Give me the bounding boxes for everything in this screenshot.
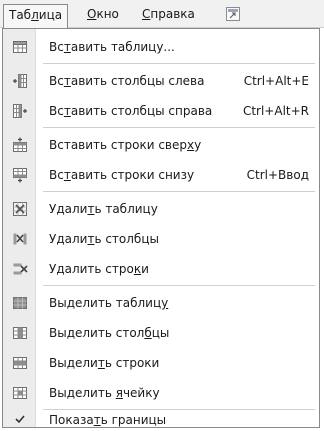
select-columns-icon bbox=[12, 325, 28, 341]
menu-item-label: Удалить столбцы bbox=[49, 232, 159, 246]
menu-item-delete-rows[interactable]: Удалить строки bbox=[3, 254, 319, 284]
menu-item-label: Вставить столбцы справа bbox=[49, 104, 213, 118]
menu-table-label-accel: л bbox=[31, 8, 39, 22]
menu-separator bbox=[43, 191, 315, 192]
menu-item-shortcut: Ctrl+Alt+E bbox=[243, 74, 309, 88]
select-cell-icon bbox=[12, 385, 28, 401]
menu-item-label: Выделить ячейку bbox=[49, 386, 160, 400]
menu-item-select-columns[interactable]: Выделить столбцы bbox=[3, 318, 319, 348]
menu-item-label: Вставить таблицу... bbox=[49, 40, 175, 54]
menu-separator bbox=[43, 409, 315, 410]
delete-rows-icon bbox=[12, 261, 28, 277]
menu-item-insert-rows-above[interactable]: Вставить строки сверху bbox=[3, 130, 319, 160]
menu-item-select-table[interactable]: Выделить таблицу bbox=[3, 288, 319, 318]
insert-columns-left-icon bbox=[12, 73, 28, 89]
menu-item-shortcut: Ctrl+Alt+R bbox=[242, 104, 309, 118]
menu-item-insert-columns-left[interactable]: Вставить столбцы слева Ctrl+Alt+E bbox=[3, 66, 319, 96]
menu-item-label: Выделить столбцы bbox=[49, 326, 170, 340]
menu-item-select-cell[interactable]: Выделить ячейку bbox=[3, 378, 319, 408]
menu-item-label: Удалить строки bbox=[49, 262, 149, 276]
menu-item-show-gridlines[interactable]: Показать границы bbox=[3, 411, 319, 427]
checkmark-icon bbox=[12, 411, 28, 427]
menu-separator bbox=[43, 127, 315, 128]
menu-item-label: Удалить таблицу bbox=[49, 202, 158, 216]
menu-item-label: Вставить строки снизу bbox=[49, 168, 195, 182]
menu-item-label: Вставить столбцы слева bbox=[49, 74, 205, 88]
menubar: Таблица Окно Справка bbox=[0, 0, 324, 29]
table-dropdown-menu: Вставить таблицу... Вставить столбцы сле… bbox=[2, 28, 320, 428]
menu-item-label: Выделить таблицу bbox=[49, 296, 169, 310]
menu-item-shortcut: Ctrl+Ввод bbox=[246, 168, 309, 182]
menu-window-label-post: кно bbox=[96, 7, 119, 21]
menu-item-select-rows[interactable]: Выделить строки bbox=[3, 348, 319, 378]
delete-table-icon bbox=[12, 201, 28, 217]
insert-columns-right-icon bbox=[12, 103, 28, 119]
menu-item-insert-rows-below[interactable]: Вставить строки снизу Ctrl+Ввод bbox=[3, 160, 319, 190]
select-rows-icon bbox=[12, 355, 28, 371]
select-table-icon bbox=[12, 295, 28, 311]
menu-item-label: Показать границы bbox=[49, 413, 167, 427]
menu-item-delete-table[interactable]: Удалить таблицу bbox=[3, 194, 319, 224]
menu-item-delete-columns[interactable]: Удалить столбцы bbox=[3, 224, 319, 254]
menu-separator bbox=[43, 285, 315, 286]
menu-help[interactable]: Справка bbox=[137, 4, 200, 24]
insert-rows-above-icon bbox=[12, 137, 28, 153]
delete-columns-icon bbox=[12, 231, 28, 247]
menu-window[interactable]: Окно bbox=[82, 4, 124, 24]
menu-item-label: Выделить строки bbox=[49, 356, 160, 370]
menu-item-insert-columns-right[interactable]: Вставить столбцы справа Ctrl+Alt+R bbox=[3, 96, 319, 126]
window-icon[interactable] bbox=[226, 7, 240, 21]
menu-separator bbox=[43, 63, 315, 64]
menu-item-label: Вставить строки сверху bbox=[49, 138, 202, 152]
menu-table-label-post: ица bbox=[38, 8, 63, 22]
menu-table-label-pre: Таб bbox=[9, 8, 32, 22]
menu-help-label-post: правка bbox=[150, 7, 195, 21]
insert-table-icon bbox=[12, 39, 28, 55]
menu-table[interactable]: Таблица bbox=[3, 4, 69, 29]
insert-rows-below-icon bbox=[12, 167, 28, 183]
menu-item-insert-table[interactable]: Вставить таблицу... bbox=[3, 32, 319, 62]
